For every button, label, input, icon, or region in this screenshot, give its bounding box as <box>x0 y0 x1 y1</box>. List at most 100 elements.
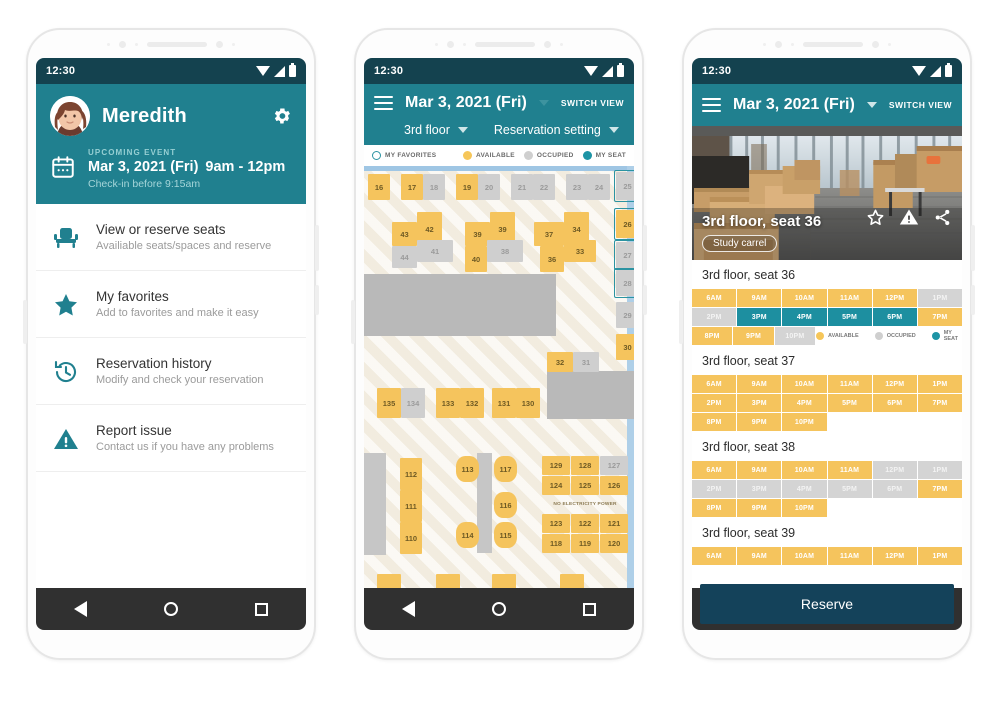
time-slot[interactable]: 1PM <box>917 461 962 479</box>
time-slot[interactable]: 4PM <box>782 394 827 412</box>
map-seat[interactable]: 112 <box>400 458 422 490</box>
time-slot[interactable]: 4PM <box>782 308 827 326</box>
time-slot[interactable]: 8PM <box>692 327 733 345</box>
map-seat[interactable]: 127 <box>600 456 628 475</box>
map-seat[interactable]: 124 <box>542 476 570 495</box>
map-seat[interactable]: 129 <box>542 456 570 475</box>
warning-icon[interactable] <box>899 207 919 232</box>
map-seat[interactable]: 36 <box>540 246 564 272</box>
time-slot[interactable]: 9AM <box>737 289 782 307</box>
time-slot[interactable]: 9AM <box>737 375 782 393</box>
time-slot[interactable]: 9AM <box>737 547 782 565</box>
time-slot[interactable]: 2PM <box>692 394 737 412</box>
time-slot[interactable]: 11AM <box>827 375 872 393</box>
map-seat[interactable]: 38 <box>487 240 523 262</box>
map-seat[interactable]: 134 <box>401 388 425 418</box>
map-seat[interactable]: 16 <box>368 174 390 200</box>
switch-view-button[interactable]: SWITCH VIEW <box>889 100 952 110</box>
time-slot[interactable]: 9PM <box>737 413 782 431</box>
time-slot[interactable]: 2PM <box>692 308 737 326</box>
sidebar-item-report-issue[interactable]: Report issue Contact us if you have any … <box>36 405 306 472</box>
sidebar-item-view-seats[interactable]: View or reserve seats Availiable seats/s… <box>36 204 306 271</box>
map-seat[interactable]: 132 <box>460 388 484 418</box>
time-slot[interactable]: 10AM <box>782 289 827 307</box>
time-slot[interactable]: 10AM <box>782 547 827 565</box>
chevron-down-icon[interactable] <box>608 127 619 133</box>
map-seat[interactable]: 116 <box>494 492 517 518</box>
legend-my-favorites[interactable]: MY FAVORITES <box>372 151 436 160</box>
time-slot[interactable]: 10AM <box>782 461 827 479</box>
map-seat[interactable]: 24 <box>588 174 610 200</box>
time-slot[interactable]: 10PM <box>774 327 816 345</box>
map-seat[interactable]: 44 <box>392 246 417 268</box>
nav-recents-icon[interactable] <box>582 602 596 616</box>
map-seat[interactable]: 125 <box>571 476 599 495</box>
map-seat[interactable]: 23 <box>566 174 588 200</box>
map-seat[interactable] <box>436 574 460 588</box>
nav-back-icon[interactable] <box>402 601 416 617</box>
map-seat[interactable] <box>492 574 516 588</box>
map-seat[interactable]: 29 <box>616 302 634 328</box>
gear-icon[interactable] <box>272 106 292 126</box>
map-seat[interactable]: 126 <box>600 476 628 495</box>
time-slot[interactable]: 10AM <box>782 375 827 393</box>
map-seat[interactable]: 26 <box>616 210 634 238</box>
time-slot[interactable]: 3PM <box>737 480 782 498</box>
map-seat[interactable]: 40 <box>465 246 487 272</box>
nav-home-icon[interactable] <box>163 602 178 616</box>
time-slot[interactable]: 5PM <box>827 308 872 326</box>
star-icon[interactable] <box>866 208 885 232</box>
map-seat[interactable]: 119 <box>571 534 599 553</box>
seat-photo[interactable]: 3rd floor, seat 36 Study carrel <box>692 126 962 260</box>
chevron-down-icon[interactable] <box>538 100 549 106</box>
chevron-down-icon[interactable] <box>457 127 468 133</box>
reserve-button[interactable]: Reserve <box>700 584 954 624</box>
map-seat[interactable]: 117 <box>494 456 517 482</box>
time-slot[interactable]: 8PM <box>692 413 737 431</box>
map-seat[interactable]: 110 <box>400 522 422 554</box>
map-seat[interactable]: 33 <box>564 240 596 262</box>
time-slot[interactable]: 4PM <box>782 480 827 498</box>
time-slot[interactable]: 10PM <box>782 499 827 517</box>
time-slot[interactable]: 9PM <box>733 327 774 345</box>
time-slot[interactable]: 7PM <box>917 308 962 326</box>
map-seat[interactable]: 43 <box>392 222 417 246</box>
map-seat[interactable]: 113 <box>456 456 479 482</box>
time-slot[interactable]: 6PM <box>872 480 917 498</box>
map-seat[interactable]: 37 <box>534 222 564 246</box>
time-slot[interactable]: 3PM <box>737 394 782 412</box>
map-seat[interactable]: 19 <box>456 174 478 200</box>
time-slot[interactable]: 6AM <box>692 375 737 393</box>
map-seat[interactable]: 20 <box>478 174 500 200</box>
time-slot[interactable]: 9PM <box>737 499 782 517</box>
date-label[interactable]: Mar 3, 2021 (Fri) <box>405 94 527 112</box>
map-seat[interactable]: 22 <box>533 174 555 200</box>
map-seat[interactable]: 18 <box>423 174 445 200</box>
time-slot[interactable]: 12PM <box>872 289 917 307</box>
map-seat[interactable]: 121 <box>600 514 628 533</box>
sidebar-item-history[interactable]: Reservation history Modify and check you… <box>36 338 306 405</box>
map-seat[interactable]: 114 <box>456 522 479 548</box>
map-seat[interactable]: 31 <box>573 352 599 372</box>
floor-filter-label[interactable]: 3rd floor <box>404 123 450 137</box>
map-seat[interactable]: 30 <box>616 334 634 360</box>
sidebar-item-favorites[interactable]: My favorites Add to favorites and make i… <box>36 271 306 338</box>
time-slot[interactable]: 1PM <box>917 289 962 307</box>
time-slot[interactable]: 11AM <box>827 461 872 479</box>
reservation-setting-label[interactable]: Reservation setting <box>494 123 601 137</box>
avatar[interactable] <box>50 96 90 136</box>
time-slot[interactable]: 11AM <box>827 289 872 307</box>
time-slot[interactable]: 3PM <box>737 308 782 326</box>
time-slot[interactable]: 5PM <box>827 480 872 498</box>
map-seat[interactable]: 21 <box>511 174 533 200</box>
time-slot[interactable]: 6PM <box>872 308 917 326</box>
time-slot[interactable]: 6PM <box>872 394 917 412</box>
time-slot[interactable]: 6AM <box>692 289 737 307</box>
map-seat[interactable]: 130 <box>516 388 540 418</box>
time-slot[interactable]: 12PM <box>872 375 917 393</box>
map-seat[interactable]: 27 <box>616 242 634 268</box>
time-slot[interactable]: 12PM <box>872 547 917 565</box>
map-seat[interactable]: 133 <box>436 388 460 418</box>
map-seat[interactable]: 118 <box>542 534 570 553</box>
date-label[interactable]: Mar 3, 2021 (Fri) <box>733 96 855 114</box>
